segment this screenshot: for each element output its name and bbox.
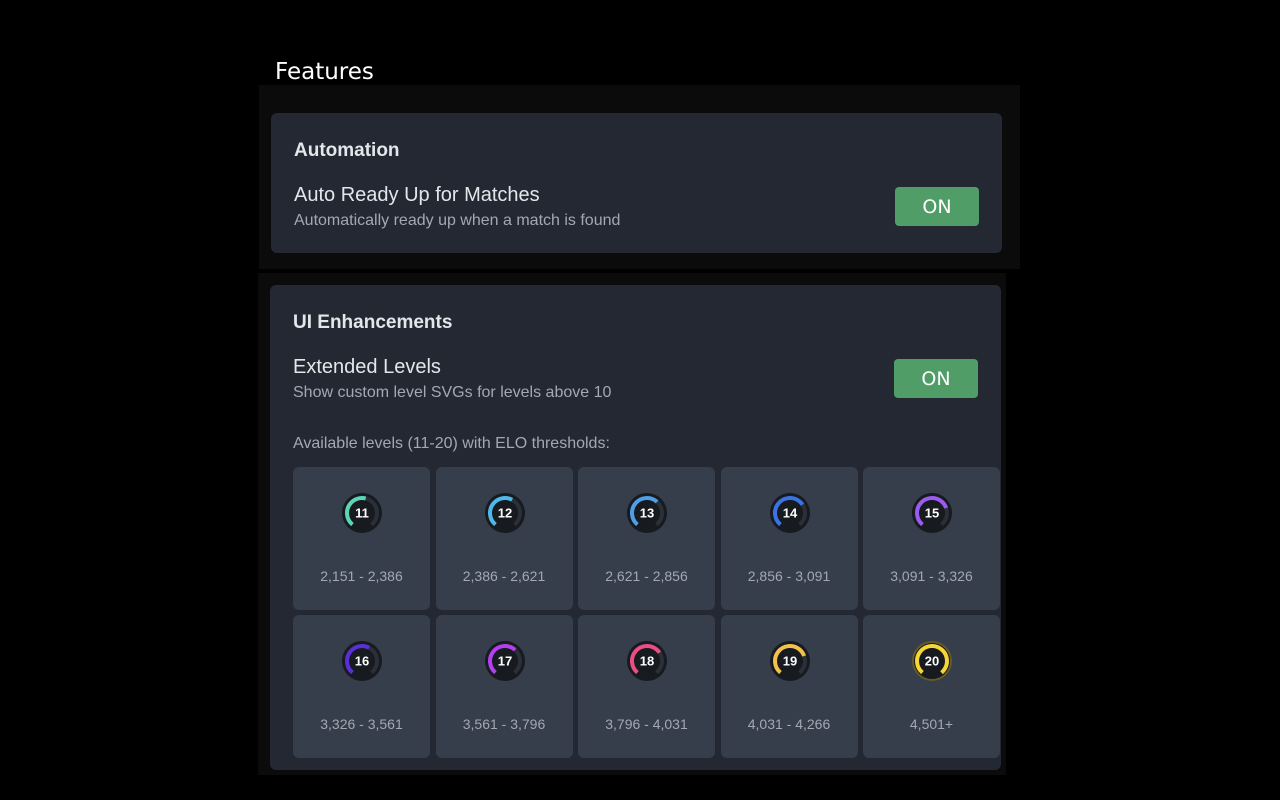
level-number: 19	[782, 654, 796, 669]
level-tile: 11 2,151 - 2,386	[293, 467, 430, 610]
automation-card: Automation Auto Ready Up for Matches Aut…	[271, 113, 1002, 253]
level-tile: 17 3,561 - 3,796	[435, 615, 573, 758]
level-grid: 11 2,151 - 2,386 12 2,386 - 2,621 13 2,621 - …	[293, 467, 1001, 758]
level-number: 20	[925, 654, 939, 669]
level-elo-range: 3,326 - 3,561	[320, 716, 403, 732]
level-badge-icon: 19	[769, 641, 810, 681]
level-elo-range: 3,796 - 4,031	[605, 716, 688, 732]
level-number: 13	[640, 506, 654, 521]
ui-enhancements-card: UI Enhancements Extended Levels Show cus…	[270, 285, 1001, 770]
level-number: 14	[782, 506, 797, 521]
level-elo-range: 2,856 - 3,091	[747, 568, 831, 584]
level-elo-range: 2,621 - 2,856	[605, 568, 688, 584]
level-badge-icon: 12	[484, 493, 525, 533]
level-tile: 14 2,856 - 3,091	[720, 467, 858, 610]
auto-ready-setting-description: Automatically ready up when a match is f…	[294, 212, 621, 229]
extended-levels-setting-description: Show custom level SVGs for levels above …	[293, 384, 612, 401]
level-tile: 20 4,501+	[863, 615, 1000, 758]
level-elo-range: 2,151 - 2,386	[320, 568, 403, 584]
level-number: 12	[497, 506, 511, 521]
level-elo-range: 3,091 - 3,326	[890, 568, 973, 584]
level-tile: 16 3,326 - 3,561	[293, 615, 430, 758]
level-tile: 13 2,621 - 2,856	[578, 467, 715, 610]
level-number: 17	[497, 654, 511, 669]
automation-section-title: Automation	[294, 140, 400, 161]
level-tile: 15 3,091 - 3,326	[863, 467, 1000, 610]
level-elo-range: 2,386 - 2,621	[462, 568, 546, 584]
auto-ready-toggle-button[interactable]: ON	[895, 187, 979, 226]
extended-levels-setting-name: Extended Levels	[293, 356, 441, 378]
level-elo-range: 4,031 - 4,266	[747, 716, 831, 732]
auto-ready-setting-name: Auto Ready Up for Matches	[294, 184, 540, 206]
level-number: 16	[355, 654, 369, 669]
level-badge-icon: 15	[912, 493, 952, 533]
levels-caption: Available levels (11-20) with ELO thresh…	[293, 435, 610, 452]
level-number: 18	[640, 654, 654, 669]
level-badge-icon: 11	[342, 493, 382, 533]
level-badge-icon: 14	[769, 493, 810, 533]
level-number: 15	[925, 506, 939, 521]
level-elo-range: 3,561 - 3,796	[462, 716, 546, 732]
level-elo-range: 4,501+	[909, 716, 954, 732]
level-number: 11	[355, 506, 369, 521]
page-title: Features	[275, 59, 374, 85]
level-badge-icon: 20	[912, 641, 952, 681]
level-badge-icon: 17	[484, 641, 525, 681]
level-badge-icon: 18	[627, 641, 667, 681]
extended-levels-toggle-button[interactable]: ON	[894, 359, 978, 398]
level-tile: 18 3,796 - 4,031	[578, 615, 715, 758]
ui-enhancements-section-title: UI Enhancements	[293, 312, 453, 333]
level-badge-icon: 13	[627, 493, 667, 533]
level-tile: 19 4,031 - 4,266	[720, 615, 858, 758]
level-tile: 12 2,386 - 2,621	[435, 467, 573, 610]
level-badge-icon: 16	[342, 641, 382, 681]
